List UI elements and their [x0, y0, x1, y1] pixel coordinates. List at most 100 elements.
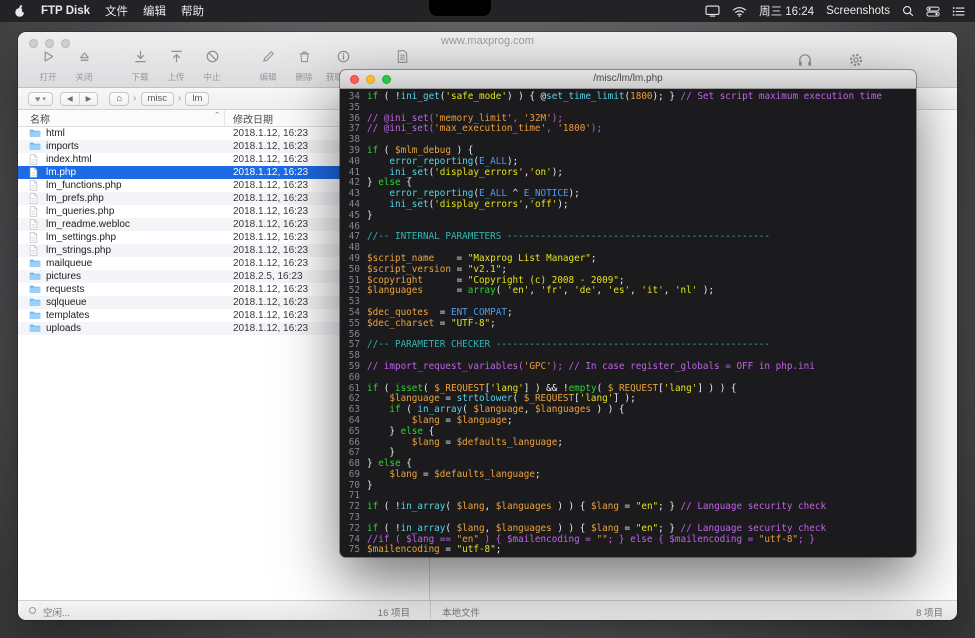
code-line: 70}	[340, 481, 916, 492]
favorites-button[interactable]: ♥ ▾	[28, 92, 53, 106]
code-line: 55$dec_charset = "UTF-8";	[340, 319, 916, 330]
code-line: 37// @ini_set('max_execution_time', '180…	[340, 124, 916, 135]
folder-icon	[29, 284, 41, 294]
file-date: 2018.1.12, 16:23	[233, 140, 308, 153]
window-title: www.maxprog.com	[18, 35, 957, 47]
column-header-name[interactable]: 名称 ˆ	[18, 110, 225, 126]
crumb-separator-icon: ›	[133, 93, 136, 104]
camera-notch	[429, 0, 491, 16]
file-name: mailqueue	[46, 258, 92, 269]
file-date: 2018.1.12, 16:23	[233, 309, 308, 322]
file-date: 2018.1.12, 16:23	[233, 205, 308, 218]
code-line: 66 $lang = $defaults_language;	[340, 438, 916, 449]
control-center-icon[interactable]	[926, 6, 940, 17]
search-icon[interactable]	[902, 5, 914, 17]
file-date: 2018.1.12, 16:23	[233, 166, 308, 179]
pane-label: 本地文件	[442, 605, 480, 619]
file-icon	[29, 206, 38, 217]
list-menu-icon[interactable]	[952, 6, 965, 17]
file-name: html	[46, 128, 65, 139]
file-icon	[29, 219, 38, 230]
file-icon	[29, 245, 38, 256]
file-date: 2018.1.12, 16:23	[233, 257, 308, 270]
status-icon	[29, 607, 36, 614]
menu-item[interactable]: 帮助	[181, 3, 204, 19]
breadcrumb-root[interactable]: ⌂	[109, 92, 129, 106]
status-text: 空闲...	[43, 605, 70, 619]
line-number: 45	[340, 211, 367, 222]
file-date: 2018.1.12, 16:23	[233, 231, 308, 244]
file-name: lm_readme.webloc	[46, 219, 130, 230]
line-number: 75	[340, 545, 367, 556]
code-editor[interactable]: 34if ( !ini_get('safe_mode') ) { @set_ti…	[340, 89, 916, 557]
file-date: 2018.1.12, 16:23	[233, 192, 308, 205]
menu-item[interactable]: 编辑	[143, 3, 166, 19]
breadcrumb: ⌂›misc›lm	[109, 92, 209, 106]
forward-button[interactable]: ▶	[79, 93, 98, 105]
code-line: 41 ini_set('display_errors','on');	[340, 168, 916, 179]
history-segmented-control: ◀ ▶	[60, 92, 99, 106]
upload-icon	[169, 49, 184, 69]
file-date: 2018.1.12, 16:23	[233, 244, 308, 257]
breadcrumb-segment[interactable]: lm	[185, 92, 209, 106]
editor-window: /misc/lm/lm.php 34if ( !ini_get('safe_mo…	[340, 70, 916, 557]
file-icon	[29, 232, 38, 243]
toolbar-button[interactable]: 打开	[34, 49, 62, 83]
file-icon	[29, 193, 38, 204]
file-date: 2018.1.12, 16:23	[233, 322, 308, 335]
toolbar-button[interactable]: 下载	[126, 49, 154, 83]
code-line: 57//-- PARAMETER CHECKER ---------------…	[340, 340, 916, 351]
wifi-icon[interactable]	[732, 6, 747, 17]
toolbar-button[interactable]: 关闭	[70, 49, 98, 83]
toolbar-label: 关闭	[75, 71, 92, 83]
line-number: 35	[340, 103, 367, 114]
file-name: index.html	[46, 154, 92, 165]
line-number: 50	[340, 265, 367, 276]
code-line: 72if ( !in_array( $lang, $languages ) ) …	[340, 502, 916, 513]
column-name-label: 名称	[30, 111, 50, 126]
file-name: lm_prefs.php	[46, 193, 104, 204]
folder-icon	[29, 297, 41, 307]
editor-title: /misc/lm/lm.php	[340, 73, 916, 84]
screenshots-menu-item[interactable]: Screenshots	[826, 5, 890, 17]
status-bar: 空闲... 16 项目 本地文件 8 项目	[18, 600, 957, 620]
file-date: 2018.1.12, 16:23	[233, 153, 308, 166]
statusbar-divider	[430, 601, 431, 620]
column-header-date[interactable]: 修改日期	[225, 111, 273, 126]
file-icon	[29, 180, 38, 191]
download-icon	[133, 49, 148, 69]
breadcrumb-segment[interactable]: misc	[141, 92, 175, 106]
line-number: 55	[340, 319, 367, 330]
toolbar-label: 下载	[131, 71, 148, 83]
folder-icon	[29, 310, 41, 320]
toolbar-button[interactable]: 编辑	[254, 49, 282, 83]
item-count-right: 8 项目	[916, 605, 943, 619]
close-icon	[77, 49, 92, 69]
line-number: 40	[340, 157, 367, 168]
code-line: 52$languages = array( 'en', 'fr', 'de', …	[340, 286, 916, 297]
log-icon	[395, 49, 410, 69]
menu-item[interactable]: 文件	[105, 3, 128, 19]
line-number: 65	[340, 427, 367, 438]
app-menu-title[interactable]: FTP Disk	[41, 5, 90, 17]
code-line: 45}	[340, 211, 916, 222]
back-button[interactable]: ◀	[61, 93, 79, 105]
code-line: 69 $lang = $defaults_language;	[340, 470, 916, 481]
open-icon	[41, 49, 56, 69]
display-mirroring-icon[interactable]	[705, 5, 720, 17]
apple-menu-icon[interactable]	[14, 4, 26, 18]
editor-titlebar[interactable]: /misc/lm/lm.php	[340, 70, 916, 89]
code-line: 67 }	[340, 448, 916, 459]
file-name: lm.php	[46, 167, 76, 178]
file-name: imports	[46, 141, 79, 152]
code-line: 59// import_request_variables('GPC'); //…	[340, 362, 916, 373]
toolbar-button[interactable]: 中止	[198, 49, 226, 83]
file-name: lm_functions.php	[46, 180, 122, 191]
toolbar-button[interactable]: 上传	[162, 49, 190, 83]
info-icon	[336, 49, 351, 69]
toolbar-label: 删除	[295, 71, 312, 83]
menubar-clock[interactable]: 周三 16:24	[759, 3, 814, 19]
file-date: 2018.1.12, 16:23	[233, 127, 308, 140]
toolbar-button[interactable]: 删除	[290, 49, 318, 83]
folder-icon	[29, 323, 41, 333]
